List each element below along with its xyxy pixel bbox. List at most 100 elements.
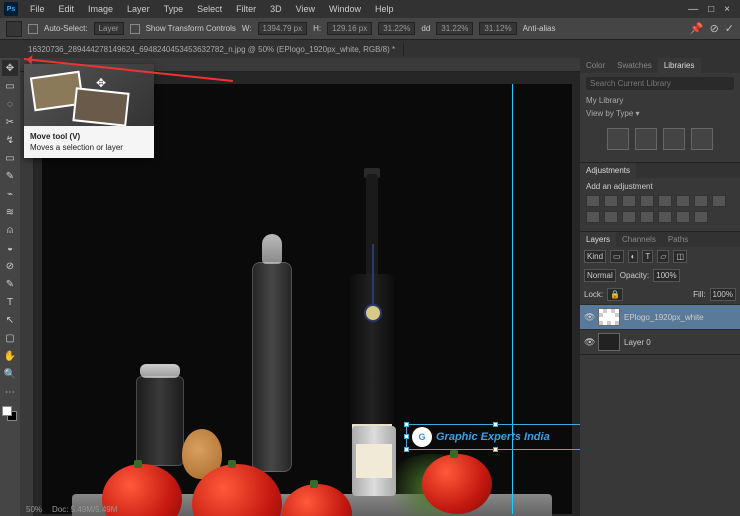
- menu-image[interactable]: Image: [82, 2, 119, 16]
- tab-adjustments[interactable]: Adjustments: [580, 163, 636, 178]
- adj-threshold-icon[interactable]: [658, 211, 672, 223]
- doc-size[interactable]: Doc: 5.49M/5.49M: [52, 505, 117, 514]
- blend-mode-dropdown[interactable]: Normal: [584, 269, 616, 282]
- opt-extra3[interactable]: 31.12%: [479, 22, 516, 35]
- menu-select[interactable]: Select: [191, 2, 228, 16]
- filter-pixel-icon[interactable]: ▭: [610, 250, 624, 263]
- layer-filter-kind[interactable]: Kind: [584, 250, 606, 263]
- healing-tool[interactable]: ⌁: [2, 186, 18, 202]
- fill-field[interactable]: 100%: [710, 288, 736, 301]
- gradient-tool[interactable]: ✎: [2, 276, 18, 292]
- transform-handle[interactable]: [404, 434, 409, 439]
- angle-field[interactable]: 31.22%: [378, 22, 415, 35]
- w-field[interactable]: 1394.79 px: [258, 22, 308, 35]
- frame-tool[interactable]: ▭: [2, 150, 18, 166]
- close-icon[interactable]: ×: [724, 4, 730, 15]
- menu-file[interactable]: File: [24, 2, 51, 16]
- transform-handle[interactable]: [493, 422, 498, 427]
- move-tool[interactable]: ✥: [2, 60, 18, 76]
- magic-wand-tool[interactable]: ↯: [2, 132, 18, 148]
- library-name[interactable]: My Library: [586, 94, 734, 107]
- eraser-tool[interactable]: ⊘: [2, 258, 18, 274]
- transform-bounding-box[interactable]: [406, 424, 580, 450]
- filter-shape-icon[interactable]: ▱: [657, 250, 669, 263]
- visibility-icon[interactable]: 👁: [584, 337, 594, 348]
- filter-smart-icon[interactable]: ◫: [673, 250, 687, 263]
- crop-tool[interactable]: ✂: [2, 114, 18, 130]
- menu-edit[interactable]: Edit: [53, 2, 81, 16]
- maximize-icon[interactable]: □: [708, 4, 714, 15]
- layer-name[interactable]: Layer 0: [624, 338, 651, 347]
- filter-adj-icon[interactable]: ◐: [628, 250, 639, 263]
- tab-color[interactable]: Color: [580, 58, 611, 73]
- layer-name[interactable]: EPlogo_1920px_white: [624, 313, 704, 322]
- document-tab[interactable]: 16320736_289444278149624_694824045345363…: [20, 43, 404, 56]
- cancel-transform-icon[interactable]: ⊘: [710, 22, 719, 35]
- lasso-tool[interactable]: ◌: [2, 96, 18, 112]
- h-field[interactable]: 129.16 px: [327, 22, 372, 35]
- adj-photo-filter-icon[interactable]: [712, 195, 726, 207]
- zoom-level[interactable]: 50%: [26, 505, 42, 514]
- layer-row[interactable]: 👁 EPlogo_1920px_white: [580, 304, 740, 329]
- library-view-dropdown[interactable]: View by Type ▾: [586, 107, 734, 120]
- layer-thumbnail[interactable]: [598, 308, 620, 326]
- hand-tool[interactable]: ✋: [2, 348, 18, 364]
- adj-exposure-icon[interactable]: [640, 195, 654, 207]
- tab-swatches[interactable]: Swatches: [611, 58, 658, 73]
- auto-select-mode[interactable]: Layer: [94, 22, 124, 35]
- type-tool[interactable]: T: [2, 294, 18, 310]
- eyedropper-tool[interactable]: ✎: [2, 168, 18, 184]
- adj-levels-icon[interactable]: [604, 195, 618, 207]
- menu-filter[interactable]: Filter: [230, 2, 262, 16]
- auto-select-checkbox[interactable]: [28, 24, 38, 34]
- adj-lookup-icon[interactable]: [604, 211, 618, 223]
- menu-help[interactable]: Help: [369, 2, 400, 16]
- path-tool[interactable]: ↖: [2, 312, 18, 328]
- brush-tool[interactable]: ≋: [2, 204, 18, 220]
- auto-select-label: Auto-Select:: [44, 24, 88, 33]
- pin-icon[interactable]: 📌: [690, 22, 704, 35]
- edit-toolbar[interactable]: ⋯: [2, 384, 18, 400]
- adj-vibrance-icon[interactable]: [658, 195, 672, 207]
- library-search-input[interactable]: Search Current Library: [586, 77, 734, 90]
- layer-thumbnail[interactable]: [598, 333, 620, 351]
- tab-paths[interactable]: Paths: [662, 232, 694, 247]
- transform-handle[interactable]: [404, 422, 409, 427]
- minimize-icon[interactable]: —: [688, 4, 698, 15]
- stamp-tool[interactable]: ⍝: [2, 222, 18, 238]
- tab-layers[interactable]: Layers: [580, 232, 616, 247]
- menu-view[interactable]: View: [290, 2, 321, 16]
- adj-brightness-icon[interactable]: [586, 195, 600, 207]
- commit-transform-icon[interactable]: ✓: [725, 22, 734, 35]
- marquee-tool[interactable]: ▭: [2, 78, 18, 94]
- menu-3d[interactable]: 3D: [264, 2, 288, 16]
- history-brush-tool[interactable]: ◒: [2, 240, 18, 256]
- visibility-icon[interactable]: 👁: [584, 312, 594, 323]
- lock-all-icon[interactable]: 🔒: [607, 288, 623, 301]
- adj-gradient-map-icon[interactable]: [676, 211, 690, 223]
- opacity-field[interactable]: 100%: [653, 269, 679, 282]
- library-placeholder-icon: [663, 128, 685, 150]
- shape-tool[interactable]: ▢: [2, 330, 18, 346]
- tab-libraries[interactable]: Libraries: [658, 58, 701, 73]
- zoom-tool[interactable]: 🔍: [2, 366, 18, 382]
- transform-handle[interactable]: [493, 447, 498, 452]
- menu-layer[interactable]: Layer: [121, 2, 156, 16]
- menu-type[interactable]: Type: [158, 2, 190, 16]
- color-swatches[interactable]: [2, 406, 18, 422]
- adj-invert-icon[interactable]: [622, 211, 636, 223]
- adj-hue-icon[interactable]: [676, 195, 690, 207]
- opt-extra2[interactable]: 31.22%: [436, 22, 473, 35]
- adj-bw-icon[interactable]: [694, 195, 708, 207]
- menu-window[interactable]: Window: [323, 2, 367, 16]
- tab-channels[interactable]: Channels: [616, 232, 662, 247]
- adj-selective-icon[interactable]: [694, 211, 708, 223]
- transform-handle[interactable]: [404, 447, 409, 452]
- adj-posterize-icon[interactable]: [640, 211, 654, 223]
- adj-channel-mixer-icon[interactable]: [586, 211, 600, 223]
- layer-row[interactable]: 👁 Layer 0: [580, 329, 740, 354]
- adj-curves-icon[interactable]: [622, 195, 636, 207]
- foreground-color-swatch[interactable]: [2, 406, 12, 416]
- filter-type-icon[interactable]: T: [642, 250, 653, 263]
- transform-controls-checkbox[interactable]: [130, 24, 140, 34]
